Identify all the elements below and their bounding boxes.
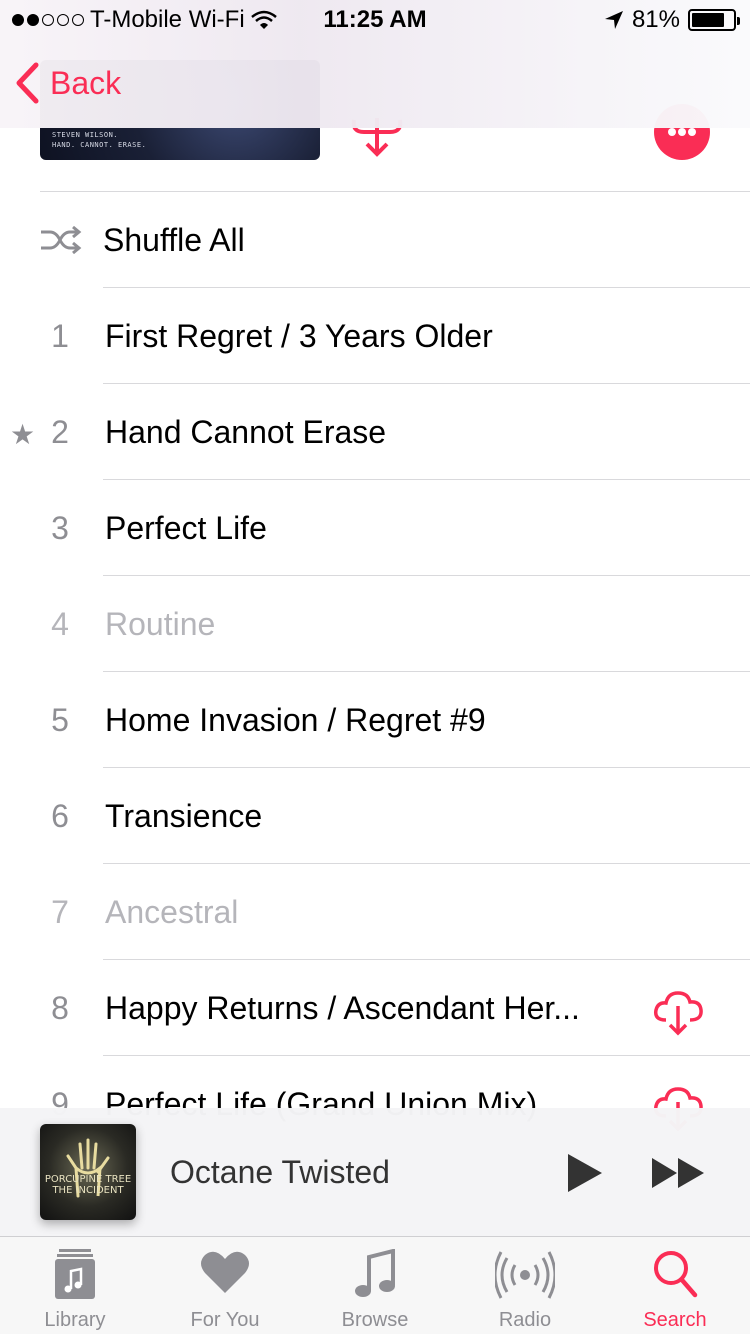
radio-icon: [493, 1249, 557, 1306]
music-note-icon: [353, 1248, 397, 1306]
now-playing-artwork[interactable]: PORCUPINE TREE THE INCIDENT: [40, 1124, 136, 1220]
tab-bar: Library For You Browse Radio Search: [0, 1236, 750, 1334]
track-title: Hand Cannot Erase: [105, 414, 387, 450]
tab-radio[interactable]: Radio: [450, 1237, 600, 1334]
track-number: 3: [51, 510, 69, 546]
now-playing-title: Octane Twisted: [170, 1154, 390, 1190]
tab-label: For You: [190, 1309, 260, 1331]
track-row[interactable]: 6 Transience: [0, 768, 750, 864]
track-title: Ancestral: [105, 894, 239, 930]
tab-for-you[interactable]: For You: [150, 1237, 300, 1334]
cloud-download-icon[interactable]: [652, 990, 704, 1041]
track-number: 7: [51, 894, 69, 930]
popular-star-icon: ★: [10, 419, 36, 450]
shuffle-all-label: Shuffle All: [103, 222, 245, 258]
album-art-title: HAND. CANNOT. ERASE.: [52, 141, 147, 149]
track-title: Happy Returns / Ascendant Her...: [105, 990, 580, 1026]
tab-search[interactable]: Search: [600, 1237, 750, 1334]
album-art-artist: STEVEN WILSON.: [52, 131, 119, 139]
status-right: 81%: [604, 6, 740, 34]
location-arrow-icon: [604, 11, 623, 29]
back-button[interactable]: Back: [14, 62, 121, 104]
battery-level: [692, 13, 725, 27]
track-row[interactable]: 4 Routine: [0, 576, 750, 672]
track-number: 4: [51, 606, 69, 642]
search-icon: [652, 1249, 698, 1304]
heart-icon: [199, 1249, 251, 1300]
track-row[interactable]: 7 Ancestral: [0, 864, 750, 960]
tab-label: Library: [44, 1309, 106, 1331]
track-row[interactable]: 1 First Regret / 3 Years Older: [0, 288, 750, 384]
chevron-left-icon: [16, 62, 39, 104]
track-row[interactable]: 8 Happy Returns / Ascendant Her...: [0, 960, 750, 1056]
track-title: Transience: [105, 798, 263, 834]
track-title: Home Invasion / Regret #9: [105, 702, 486, 738]
track-title: Perfect Life: [105, 510, 267, 546]
track-number: 1: [51, 318, 69, 354]
track-row[interactable]: ★ 2 Hand Cannot Erase: [0, 384, 750, 480]
back-label: Back: [50, 64, 122, 101]
tab-label: Radio: [498, 1309, 552, 1331]
track-row[interactable]: 5 Home Invasion / Regret #9: [0, 672, 750, 768]
tab-label: Search: [643, 1309, 707, 1331]
mini-player[interactable]: PORCUPINE TREE THE INCIDENT Octane Twist…: [0, 1108, 750, 1236]
status-bar: T-Mobile Wi-Fi 11:25 AM 81%: [0, 0, 750, 40]
track-title: First Regret / 3 Years Older: [105, 318, 493, 354]
album-art-text: STEVEN WILSON. HAND. CANNOT. ERASE.: [52, 130, 146, 150]
now-playing-art-text: PORCUPINE TREE THE INCIDENT: [44, 1174, 132, 1196]
battery-percent: 81%: [631, 6, 680, 33]
track-number: 6: [51, 798, 69, 834]
track-number: 5: [51, 702, 69, 738]
play-icon[interactable]: [566, 1152, 604, 1199]
track-list: Shuffle All 1 First Regret / 3 Years Olde…: [0, 192, 750, 1152]
track-number: 8: [51, 990, 69, 1026]
track-number: 2: [51, 414, 69, 450]
track-title: Routine: [105, 606, 216, 642]
tab-label: Browse: [341, 1309, 409, 1331]
tracks-container: 1 First Regret / 3 Years Older ★ 2 Hand Cann…: [0, 288, 750, 1152]
library-icon: [53, 1249, 97, 1306]
track-row[interactable]: 3 Perfect Life: [0, 480, 750, 576]
tab-library[interactable]: Library: [0, 1237, 150, 1334]
shuffle-all-button[interactable]: Shuffle All: [0, 192, 750, 288]
fast-forward-icon[interactable]: [650, 1156, 706, 1195]
tab-browse[interactable]: Browse: [300, 1237, 450, 1334]
shuffle-icon: [40, 225, 82, 259]
battery-icon: [688, 9, 740, 31]
